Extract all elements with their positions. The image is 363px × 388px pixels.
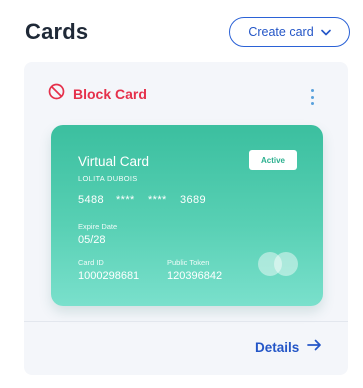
card-number-group-3: **** (148, 194, 167, 206)
create-card-label: Create card (248, 25, 314, 39)
page-title: Cards (25, 19, 89, 44)
card-number-group-1: 5488 (78, 194, 105, 206)
block-card-label: Block Card (73, 86, 147, 102)
panel-divider (24, 321, 348, 322)
block-card-button[interactable]: Block Card (48, 83, 147, 105)
public-token-value: 120396842 (167, 270, 223, 282)
arrow-right-icon (307, 338, 322, 356)
chevron-down-icon (320, 29, 331, 36)
expire-date-label: Expire Date (78, 222, 118, 231)
card-title: Virtual Card (78, 154, 150, 169)
virtual-card: Virtual Card LOLITA DUBOIS Active 5488 *… (51, 125, 323, 306)
block-icon (48, 83, 65, 105)
details-label: Details (255, 339, 300, 355)
create-card-button[interactable]: Create card (229, 17, 350, 47)
expire-date-value: 05/28 (78, 234, 106, 246)
details-link[interactable]: Details (255, 338, 322, 356)
card-network-logo (258, 252, 298, 276)
public-token-label: Public Token (167, 258, 210, 267)
card-id-label: Card ID (78, 258, 104, 267)
card-number-group-2: **** (116, 194, 135, 206)
card-id-value: 1000298681 (78, 270, 140, 282)
card-number-group-4: 3689 (180, 194, 207, 206)
card-holder-name: LOLITA DUBOIS (78, 174, 138, 183)
more-vertical-icon[interactable] (307, 89, 317, 105)
page-header: Cards Create card (0, 0, 363, 62)
card-panel: Block Card Virtual Card LOLITA DUBOIS Ac… (24, 62, 348, 375)
status-badge: Active (249, 150, 297, 170)
